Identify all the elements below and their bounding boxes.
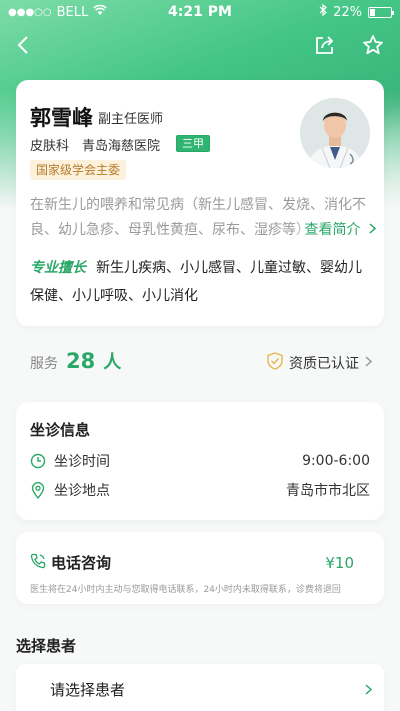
phone-consult-note: 医生将在24小时内主动与您取得电话联系，24小时内未取得联系，诊费将退回 xyxy=(30,585,341,595)
certification-label: 资质已认证 xyxy=(289,356,359,372)
clock-icon xyxy=(30,453,46,469)
clock: 4:21 PM xyxy=(168,4,232,20)
doctor-department: 皮肤科 xyxy=(30,139,70,154)
served-count: 28 xyxy=(66,349,96,373)
chevron-left-icon xyxy=(17,36,28,54)
served-label: 服务 xyxy=(30,356,58,372)
specialty-label: 专业擅长 xyxy=(30,260,86,276)
doctor-avatar xyxy=(300,98,370,168)
phone-consult-title: 电话咨询 xyxy=(51,554,112,572)
select-patient-title: 选择患者 xyxy=(16,637,77,655)
doctor-hospital: 青岛海慈医院 xyxy=(82,139,161,154)
doctor-card: 郭雪峰 副主任医师 皮肤科 青岛海慈医院 三甲 国家级学会主委 在新生儿的喂养和… xyxy=(16,80,384,326)
honor-badge: 国家级学会主委 xyxy=(30,160,127,180)
location-pin-icon xyxy=(30,481,46,499)
schedule-time-row: 坐诊时间 9:00-6:00 xyxy=(30,450,370,472)
wifi-icon xyxy=(93,4,107,20)
chevron-right-icon xyxy=(369,222,377,238)
served-unit: 人 xyxy=(103,352,122,373)
phone-icon xyxy=(30,553,46,573)
phone-consult-card[interactable]: 电话咨询 ¥10 医生将在24小时内主动与您取得电话联系，24小时内未取得联系，… xyxy=(16,532,384,604)
chevron-right-icon xyxy=(365,680,373,699)
hospital-grade-badge: 三甲 xyxy=(176,135,210,152)
schedule-card: 坐诊信息 坐诊时间 9:00-6:00 坐诊地点 青岛市市北区 xyxy=(16,402,384,520)
specialty-section: 专业擅长 新生儿疾病、小儿感冒、儿童过敏、婴幼儿保健、小儿呼吸、小儿消化 xyxy=(30,254,372,310)
share-button[interactable] xyxy=(310,30,340,60)
shield-check-icon xyxy=(267,352,283,374)
view-intro-label: 查看简介 xyxy=(304,222,361,238)
schedule-title: 坐诊信息 xyxy=(30,421,91,439)
doctor-title: 副主任医师 xyxy=(98,112,164,127)
phone-consult-header: 电话咨询 xyxy=(30,552,111,573)
bluetooth-icon xyxy=(319,3,328,20)
schedule-place-value: 青岛市市北区 xyxy=(286,483,370,499)
select-patient-placeholder: 请选择患者 xyxy=(50,681,126,699)
carrier-name: BELL xyxy=(56,4,89,20)
favorite-button[interactable] xyxy=(358,30,388,60)
chevron-right-icon xyxy=(365,355,373,371)
schedule-place-row: 坐诊地点 青岛市市北区 xyxy=(30,479,370,501)
schedule-time-label: 坐诊时间 xyxy=(54,454,110,470)
certification-link[interactable]: 资质已认证 xyxy=(267,352,373,374)
star-icon xyxy=(363,35,383,55)
doctor-name: 郭雪峰 xyxy=(30,106,93,130)
battery-percent: 22% xyxy=(333,4,362,20)
select-patient-button[interactable]: 请选择患者 xyxy=(16,664,384,711)
battery-icon xyxy=(368,6,394,18)
phone-consult-price: ¥10 xyxy=(325,554,354,572)
schedule-time-value: 9:00-6:00 xyxy=(302,453,370,469)
served-count-block: 服务 28 人 xyxy=(30,348,121,374)
nav-bar xyxy=(0,28,400,62)
back-button[interactable] xyxy=(8,30,38,60)
schedule-place-label: 坐诊地点 xyxy=(54,483,110,499)
status-bar: ●●●○○ BELL 4:21 PM 22% xyxy=(0,0,400,24)
signal-strength: ●●●○○ xyxy=(8,6,52,18)
view-intro-link[interactable]: 查看简介 xyxy=(294,218,377,243)
share-icon xyxy=(316,36,334,54)
